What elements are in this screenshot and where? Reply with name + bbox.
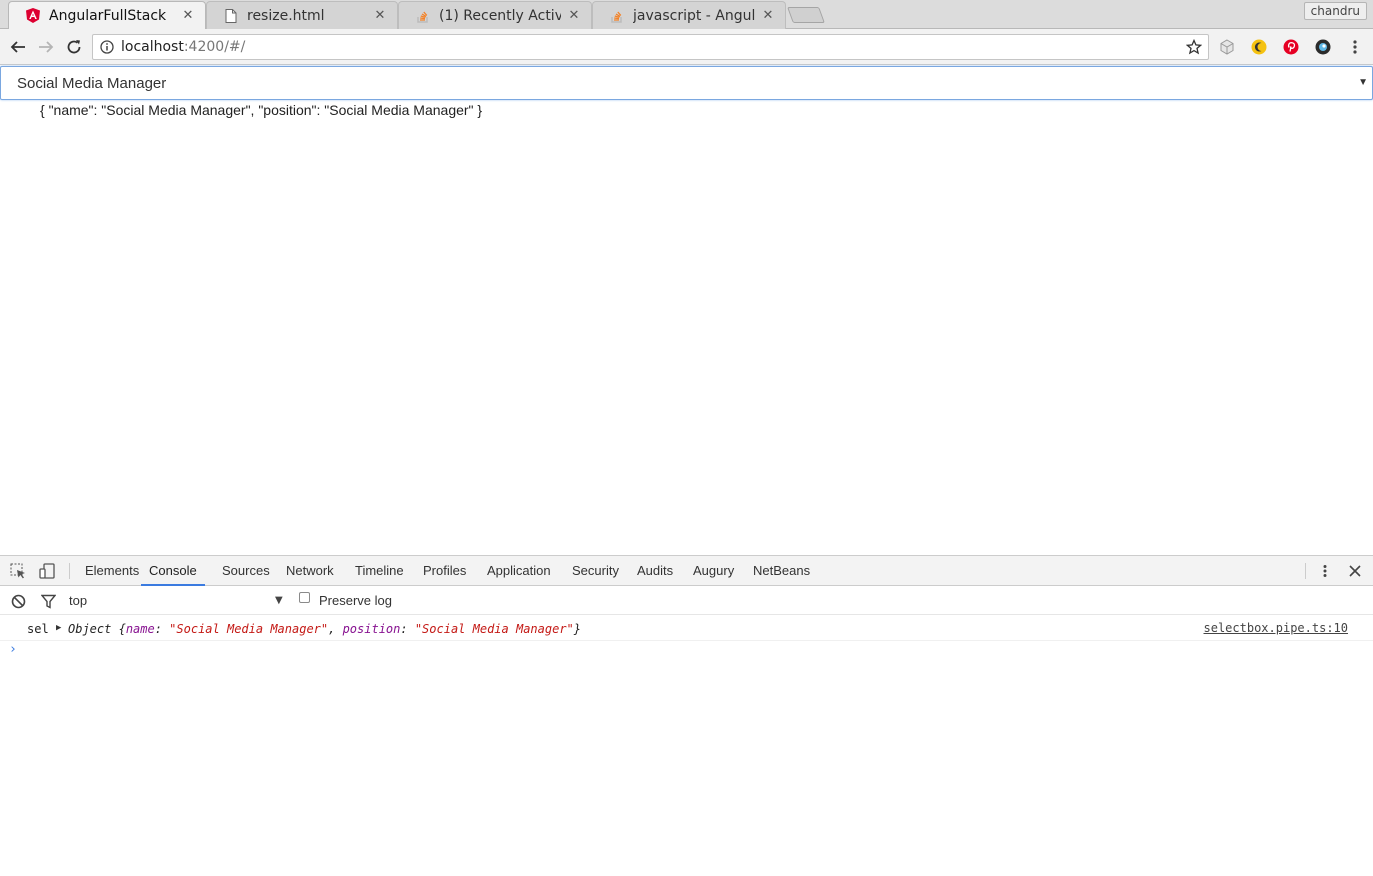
reload-button[interactable] [64,37,84,57]
tab-profiles[interactable]: Profiles [423,556,466,586]
extension-eye-icon[interactable] [1314,38,1332,56]
tab-resize-html[interactable]: resize.html ✕ [206,1,398,29]
tab-title: javascript - Angular [633,7,755,24]
tab-title: resize.html [247,7,325,24]
toolbar-divider [69,563,70,579]
close-icon[interactable]: ✕ [761,8,775,23]
angular-icon [25,8,41,24]
log-object[interactable]: Object {name: "Social Media Manager", po… [68,622,581,636]
reload-icon [67,40,81,54]
url-path: :4200/#/ [183,39,246,55]
filter-icon[interactable] [40,593,56,609]
devtools-menu-icon[interactable] [1316,562,1334,580]
tab-network[interactable]: Network [286,556,334,586]
devtools-panel: Elements Console Sources Network Timelin… [0,555,1373,876]
object-value: "Social Media Manager" [414,622,574,636]
json-output: { "name": "Social Media Manager", "posit… [40,102,483,118]
clear-console-icon[interactable] [10,593,26,609]
tab-application[interactable]: Application [487,556,551,586]
object-value: "Social Media Manager" [169,622,329,636]
stackoverflow-icon [415,8,431,24]
info-icon[interactable] [99,39,115,55]
object-key: position [342,622,401,636]
console-prompt[interactable]: › [9,642,17,657]
tab-strip: AngularFullStack ✕ resize.html ✕ (1) Rec… [0,0,1373,29]
url-host: localhost [121,39,184,55]
tab-title: AngularFullStack [49,7,167,24]
back-button[interactable] [8,37,28,57]
position-select[interactable]: Social Media Manager ▼ [0,66,1373,100]
preserve-log-checkbox[interactable] [299,592,310,603]
tab-sources[interactable]: Sources [222,556,270,586]
inspect-element-icon[interactable] [9,562,27,580]
preserve-log-label: Preserve log [319,593,392,608]
new-tab-button[interactable] [787,7,825,23]
dropdown-arrow-icon[interactable]: ▼ [275,595,283,606]
close-devtools-icon[interactable] [1346,562,1364,580]
tab-elements[interactable]: Elements [85,556,139,586]
console-log-entry: sel ▶ Object {name: "Social Media Manage… [0,616,1373,641]
arrow-right-icon [39,41,54,53]
tab-title: (1) Recently Active [439,7,561,24]
document-icon [223,8,239,24]
console-toolbar: top ▼ Preserve log [0,587,1373,615]
tab-timeline[interactable]: Timeline [355,556,404,586]
context-select[interactable]: top [69,593,87,608]
address-bar[interactable]: localhost:4200/#/ [92,34,1209,60]
forward-button[interactable] [36,37,56,57]
expand-triangle-icon[interactable]: ▶ [56,623,61,633]
menu-kebab-icon[interactable] [1346,38,1364,56]
profile-button[interactable]: chandru [1303,2,1367,20]
toolbar-divider [1305,563,1306,579]
device-toolbar-icon[interactable] [38,562,56,580]
tab-recently-active[interactable]: (1) Recently Active ✕ [398,1,592,29]
tab-javascript-angular[interactable]: javascript - Angular ✕ [592,1,786,29]
preserve-log[interactable]: Preserve log [299,592,392,608]
select-value: Social Media Manager [17,74,167,92]
devtools-tab-bar: Elements Console Sources Network Timelin… [0,556,1373,586]
pinterest-icon[interactable] [1282,38,1300,56]
tab-console[interactable]: Console [141,556,205,586]
log-source-link[interactable]: selectbox.pipe.ts:10 [1204,621,1349,635]
tab-netbeans[interactable]: NetBeans [753,556,810,586]
object-key: name [125,622,155,636]
close-icon[interactable]: ✕ [373,8,387,23]
tab-angularfullstack[interactable]: AngularFullStack ✕ [8,1,206,29]
log-label: sel [27,622,49,636]
tab-security[interactable]: Security [572,556,619,586]
extension-cube-icon[interactable] [1218,38,1236,56]
tab-augury[interactable]: Augury [693,556,734,586]
tab-audits[interactable]: Audits [637,556,673,586]
close-icon[interactable]: ✕ [567,8,581,23]
object-type: Object [68,622,112,636]
extension-moon-icon[interactable] [1250,38,1268,56]
arrow-left-icon [10,41,25,53]
browser-toolbar: localhost:4200/#/ [0,29,1373,65]
dropdown-arrow-icon: ▼ [1358,77,1368,88]
star-icon[interactable] [1185,38,1203,55]
stackoverflow-icon [609,8,625,24]
close-icon[interactable]: ✕ [181,8,195,23]
